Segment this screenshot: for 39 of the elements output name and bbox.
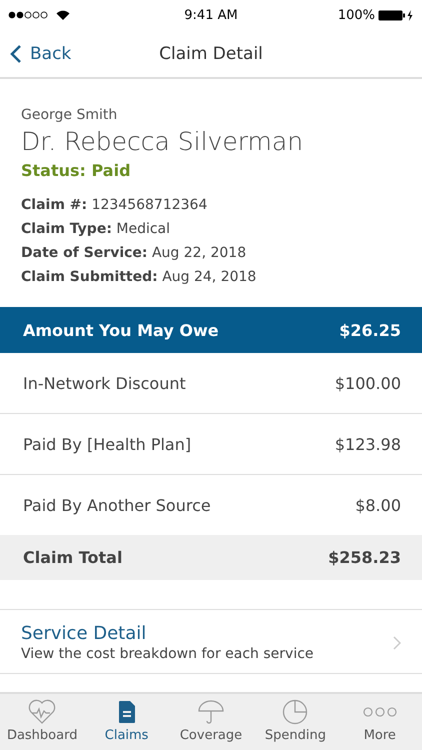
claim-status: Status: Paid	[21, 160, 132, 182]
pie-chart-icon	[282, 699, 308, 725]
member-name: George Smith	[21, 106, 118, 125]
chevron-right-icon	[393, 636, 401, 650]
screen-title: Claim Detail	[159, 44, 263, 64]
cost-label: Amount You May Owe	[23, 320, 219, 340]
tab[interactable]: Claims	[84, 694, 169, 750]
more-icon	[362, 707, 397, 717]
cost-amount: $8.00	[355, 496, 401, 514]
tab[interactable]: Coverage	[168, 694, 254, 750]
cost-label: Claim Total	[23, 548, 122, 567]
cost-label: Paid By [Health Plan]	[23, 434, 192, 454]
cost-amount: $100.00	[334, 374, 401, 392]
claim-detail: Claim Submitted: Aug 24, 2018	[21, 268, 258, 287]
battery-percentage: 100%	[338, 8, 375, 22]
claim-detail: Date of Service: Aug 22, 2018	[21, 244, 248, 263]
umbrella-icon	[197, 699, 226, 725]
back-button[interactable]: Back	[10, 44, 72, 64]
signal-icon	[8, 11, 50, 19]
claim-detail: Claim #: 1234568712364	[21, 196, 208, 215]
tab[interactable]: Spending	[253, 694, 338, 750]
cost-label: Paid By Another Source	[23, 496, 211, 514]
link-title: Service Detail	[21, 623, 148, 644]
provider-name: Dr. Rebecca Silverman	[21, 126, 304, 158]
cost-label: In-Network Discount	[23, 374, 186, 392]
time: 9:41 AM	[184, 8, 238, 22]
tab[interactable]: Dashboard	[0, 694, 84, 750]
link-subtitle: View the cost breakdown for each service	[21, 646, 315, 662]
chevron-left-icon	[10, 44, 22, 64]
claim-detail: Claim Type: Medical	[21, 220, 172, 239]
cost-amount: $26.25	[339, 320, 401, 340]
battery-icon	[378, 10, 414, 20]
document-icon	[118, 700, 136, 724]
wifi-icon	[56, 10, 70, 20]
tab[interactable]: More	[338, 694, 422, 750]
cost-amount: $258.23	[328, 548, 401, 567]
service-detail-link[interactable]: Service Detail View the cost breakdown for each service	[0, 610, 422, 673]
cost-amount: $123.98	[334, 434, 401, 454]
heart-icon	[28, 699, 56, 725]
